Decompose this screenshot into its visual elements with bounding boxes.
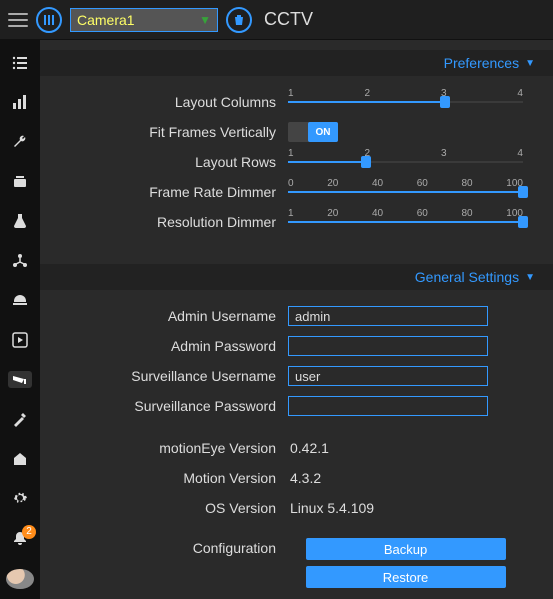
layout-columns-label: Layout Columns	[40, 94, 288, 110]
main-panel: Preferences ▼ Layout Columns 1234 Fit Fr…	[40, 40, 553, 599]
toggle-on-text: ON	[308, 122, 338, 142]
surv-pass-label: Surveillance Password	[40, 398, 288, 414]
surveillance-password-input[interactable]	[288, 396, 488, 416]
columns-icon[interactable]	[36, 7, 62, 33]
admin-username-input[interactable]	[288, 306, 488, 326]
frame-rate-row: Frame Rate Dimmer 020406080100	[40, 180, 523, 204]
layout-columns-slider[interactable]: 1234	[288, 88, 523, 116]
chevron-down-icon: ▼	[525, 272, 535, 283]
me-version-value: 0.42.1	[288, 440, 329, 456]
os-version-label: OS Version	[40, 500, 288, 516]
chevron-down-icon: ▼	[199, 13, 211, 27]
preferences-title: Preferences	[444, 55, 519, 71]
resolution-slider[interactable]: 120406080100	[288, 208, 523, 236]
app-title: CCTV	[264, 9, 313, 30]
frame-rate-label: Frame Rate Dimmer	[40, 184, 288, 200]
surveillance-username-input[interactable]	[288, 366, 488, 386]
camera-select[interactable]: Camera1 ▼	[70, 8, 218, 32]
preferences-section: Preferences ▼ Layout Columns 1234 Fit Fr…	[40, 50, 553, 234]
admin-pass-label: Admin Password	[40, 338, 288, 354]
wrench-icon[interactable]	[8, 133, 32, 151]
tool-icon[interactable]	[8, 410, 32, 428]
play-icon[interactable]	[8, 331, 32, 349]
fit-frames-toggle[interactable]: ON	[288, 122, 338, 142]
surv-user-label: Surveillance Username	[40, 368, 288, 384]
layout-rows-label: Layout Rows	[40, 154, 288, 170]
admin-user-label: Admin Username	[40, 308, 288, 324]
chevron-down-icon: ▼	[525, 58, 535, 69]
kitchen-icon[interactable]	[8, 291, 32, 309]
avatar[interactable]	[6, 569, 34, 590]
resolution-row: Resolution Dimmer 120406080100	[40, 210, 523, 234]
layout-rows-slider[interactable]: 1234	[288, 148, 523, 176]
chart-icon[interactable]	[8, 94, 32, 112]
resolution-label: Resolution Dimmer	[40, 214, 288, 230]
os-version-value: Linux 5.4.109	[288, 500, 374, 516]
notifications-button[interactable]: 2	[8, 529, 32, 547]
m-version-label: Motion Version	[40, 470, 288, 486]
layout-rows-row: Layout Rows 1234	[40, 150, 523, 174]
backup-button[interactable]: Backup	[306, 538, 506, 560]
trash-icon[interactable]	[226, 7, 252, 33]
preferences-header[interactable]: Preferences ▼	[40, 50, 553, 76]
general-section: General Settings ▼ Admin Username Admin …	[40, 264, 553, 588]
network-icon[interactable]	[8, 252, 32, 270]
me-version-label: motionEye Version	[40, 440, 288, 456]
restore-button[interactable]: Restore	[306, 566, 506, 588]
m-version-value: 4.3.2	[288, 470, 321, 486]
layout-columns-row: Layout Columns 1234	[40, 90, 523, 114]
fit-frames-label: Fit Frames Vertically	[40, 124, 288, 140]
admin-password-input[interactable]	[288, 336, 488, 356]
gear-icon[interactable]	[8, 489, 32, 507]
home-icon[interactable]	[8, 450, 32, 468]
sidebar: 2	[0, 40, 40, 599]
cctv-icon[interactable]	[8, 371, 32, 389]
flask-icon[interactable]	[8, 212, 32, 230]
fit-frames-row: Fit Frames Vertically ON	[40, 120, 523, 144]
hacs-icon[interactable]	[8, 173, 32, 191]
camera-select-label: Camera1	[77, 12, 135, 28]
configuration-label: Configuration	[40, 538, 288, 556]
top-bar: Camera1 ▼ CCTV	[0, 0, 553, 40]
notifications-badge: 2	[22, 525, 36, 539]
general-title: General Settings	[415, 269, 519, 285]
hamburger-menu-button[interactable]	[8, 13, 28, 27]
general-header[interactable]: General Settings ▼	[40, 264, 553, 290]
list-icon[interactable]	[8, 54, 32, 72]
frame-rate-slider[interactable]: 020406080100	[288, 178, 523, 206]
